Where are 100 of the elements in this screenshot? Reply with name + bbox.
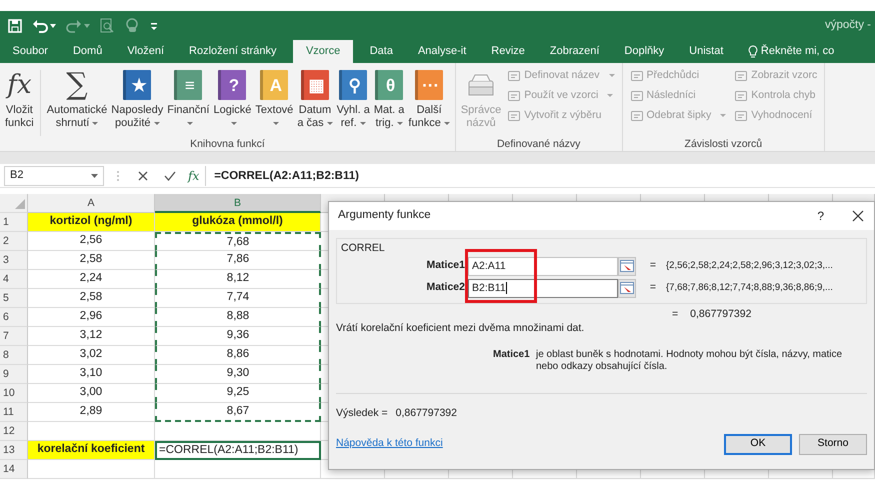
dialog-button[interactable]: OK xyxy=(724,434,792,454)
customize-icon[interactable] xyxy=(150,20,158,30)
function-name: CORREL xyxy=(341,241,386,255)
caret-icon xyxy=(154,122,160,125)
caret-icon xyxy=(360,122,366,125)
list-icon xyxy=(507,88,522,102)
caret-icon xyxy=(326,122,333,125)
row-header[interactable]: 10 xyxy=(0,384,28,403)
list-icon xyxy=(507,68,522,82)
dialog-button[interactable]: Storno xyxy=(799,434,867,454)
close-icon[interactable] xyxy=(852,210,864,222)
row-header[interactable]: 7 xyxy=(0,327,28,346)
row-header[interactable]: 14 xyxy=(0,460,28,479)
row-header[interactable]: 1 xyxy=(0,213,28,232)
ribbon-button[interactable]: fx Vložit funkci xyxy=(3,66,36,130)
row-header[interactable]: 6 xyxy=(0,308,28,327)
name-box[interactable]: B2 xyxy=(4,166,104,186)
insert-function-button[interactable]: fx xyxy=(182,166,206,184)
argument-preview: {7,68;7,86;8,12;7,74;8,88;9,36;8,86;9,... xyxy=(666,280,833,295)
table-cell: 7,86 xyxy=(155,251,321,270)
ribbon-tab[interactable]: Zobrazení xyxy=(537,40,612,63)
input-field[interactable]: A2:A11 xyxy=(468,256,618,276)
check-icon[interactable] xyxy=(164,170,176,180)
argument-label: Matice1 xyxy=(425,258,466,274)
caret-icon xyxy=(92,122,98,125)
row-header[interactable]: 9 xyxy=(0,365,28,384)
ribbon-button[interactable]: ··· Další funkce xyxy=(406,66,452,130)
caret-icon xyxy=(444,122,450,125)
cancel-icon[interactable] xyxy=(138,170,148,180)
ribbon-button[interactable]: ★ Naposledy použité xyxy=(109,66,166,130)
function-description: Vrátí korelační koeficient mezi dvěma množinami dat. xyxy=(336,321,586,336)
row-header[interactable]: 13 xyxy=(0,441,28,460)
ribbon-tab[interactable]: Data xyxy=(357,40,406,63)
result-value: 0,867797392 xyxy=(396,406,457,421)
book-icon: ★ xyxy=(123,70,152,100)
caret-icon[interactable] xyxy=(50,24,56,28)
ribbon-button[interactable]: ⚲ Vyhl. a ref. xyxy=(334,66,372,130)
ribbon-button[interactable]: ∑ Automatické shrnutí xyxy=(44,66,110,130)
input-field[interactable]: B2:B11 xyxy=(468,278,618,298)
column-header[interactable]: A xyxy=(28,194,155,213)
book-icon: ? xyxy=(218,70,246,100)
equals-sign: = xyxy=(648,258,658,274)
row-header[interactable]: 8 xyxy=(0,346,28,365)
collapse-button[interactable] xyxy=(618,256,636,276)
book-icon: θ xyxy=(375,70,404,100)
help-link[interactable]: Nápověda k této funkci xyxy=(336,436,443,452)
column-header[interactable]: B xyxy=(155,194,321,213)
table-cell: 3,12 xyxy=(28,327,155,346)
table-cell: 8,67 xyxy=(155,403,321,422)
table-cell: 7,74 xyxy=(155,289,321,308)
caret-icon xyxy=(608,74,614,77)
save-icon[interactable] xyxy=(8,18,22,32)
sum-icon: ∑ xyxy=(66,68,88,102)
book-icon: ⚲ xyxy=(339,70,368,100)
row-header[interactable]: 2 xyxy=(0,232,28,251)
ribbon-tab[interactable]: Analyse-it xyxy=(405,40,479,63)
table-cell: 8,88 xyxy=(155,308,321,327)
ribbon-button[interactable]: ▦ Datum a čas xyxy=(295,66,335,130)
ribbon-tab[interactable]: Vzorce xyxy=(292,40,354,63)
ribbon-button[interactable]: ≡ Finanční xyxy=(165,66,212,130)
tell-me-text[interactable]: Řekněte mi, co xyxy=(760,43,834,60)
argument-name: Matice1 xyxy=(493,348,531,362)
list-icon xyxy=(630,108,644,122)
list-icon xyxy=(630,68,644,82)
equals-sign: = xyxy=(648,280,658,296)
table-cell: 7,68 xyxy=(155,232,321,251)
row-header[interactable]: 11 xyxy=(0,403,28,422)
list-icon xyxy=(630,88,644,102)
ribbon-tab[interactable]: Revize xyxy=(478,40,538,63)
lightbulb-icon[interactable] xyxy=(748,44,758,58)
table-cell: 3,10 xyxy=(28,365,155,384)
ribbon-tab[interactable]: Domů xyxy=(60,40,115,63)
formula-field[interactable]: =CORREL(A2:A11;B2:B11) xyxy=(205,166,875,186)
row-header[interactable]: 5 xyxy=(0,289,28,308)
caret-icon xyxy=(272,122,279,125)
table-cell: 3,02 xyxy=(28,346,155,365)
table-cell: 9,25 xyxy=(155,384,321,403)
table-cell: =CORREL(A2:A11;B2:B11) xyxy=(155,441,321,460)
ribbon-tab[interactable]: Soubor xyxy=(0,40,60,63)
caret-icon xyxy=(186,122,193,125)
help-button[interactable]: ? xyxy=(817,207,824,225)
ribbon-tab[interactable]: Doplňky xyxy=(612,40,677,63)
undo-icon[interactable] xyxy=(32,18,48,32)
ribbon-button[interactable]: θ Mat. a trig. xyxy=(372,66,406,130)
row-header[interactable]: 3 xyxy=(0,251,28,270)
row-header[interactable]: 12 xyxy=(0,422,28,441)
table-cell: 2,24 xyxy=(28,270,155,289)
ribbon-tab[interactable]: Unistat xyxy=(676,40,736,63)
caret-icon xyxy=(230,122,237,125)
list-icon xyxy=(734,68,748,82)
caret-icon[interactable] xyxy=(91,174,98,178)
ribbon-button[interactable]: A Textové xyxy=(253,66,296,130)
ribbon-button[interactable]: ? Logické xyxy=(211,66,254,130)
ribbon-tab[interactable]: Rozložení stránky xyxy=(176,40,289,63)
collapse-button[interactable] xyxy=(618,278,636,298)
row-header[interactable]: 4 xyxy=(0,270,28,289)
argument-preview: {2,56;2,58;2,24;2,58;2,96;3,12;3,02;3,... xyxy=(666,258,833,273)
table-cell: 2,96 xyxy=(28,308,155,327)
group-label: Závislosti vzorců xyxy=(684,138,764,151)
ribbon-tab[interactable]: Vložení xyxy=(114,40,177,63)
